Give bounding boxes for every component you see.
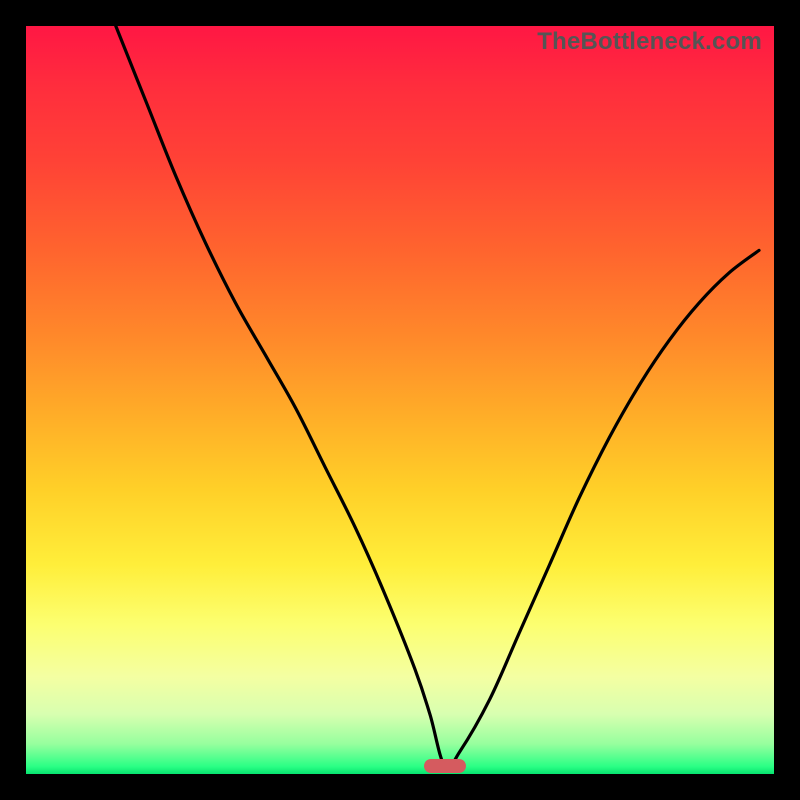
bottleneck-curve <box>26 26 774 774</box>
chart-frame: TheBottleneck.com <box>0 0 800 800</box>
optimal-marker <box>424 759 466 773</box>
curve-path <box>116 26 759 769</box>
watermark-text: TheBottleneck.com <box>537 28 762 56</box>
plot-area: TheBottleneck.com <box>26 26 774 774</box>
